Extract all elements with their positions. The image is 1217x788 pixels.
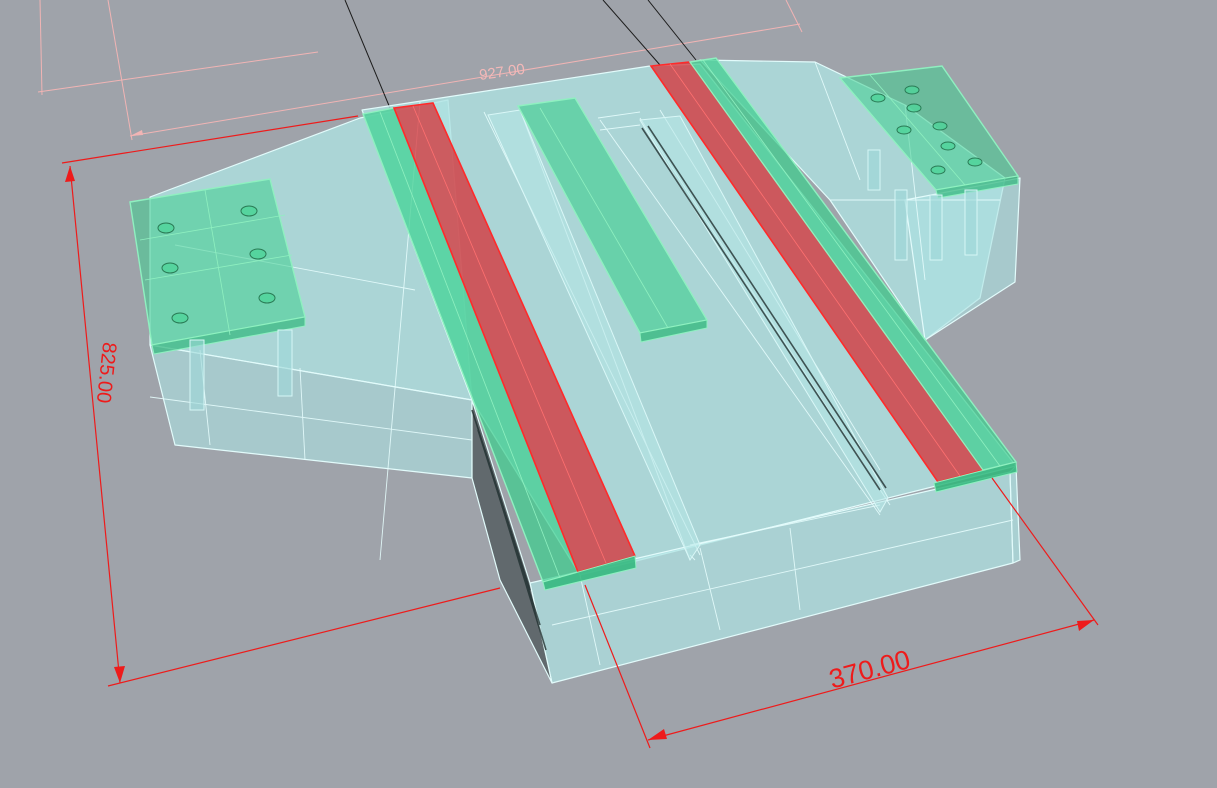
dimension-left-label: 825.00: [92, 341, 120, 404]
dimension-top-label: 927.00: [478, 61, 526, 84]
dimension-bottom-label: 370.00: [826, 644, 914, 694]
3d-model-viewport[interactable]: 927.00 825.00 370.00: [0, 0, 1217, 788]
